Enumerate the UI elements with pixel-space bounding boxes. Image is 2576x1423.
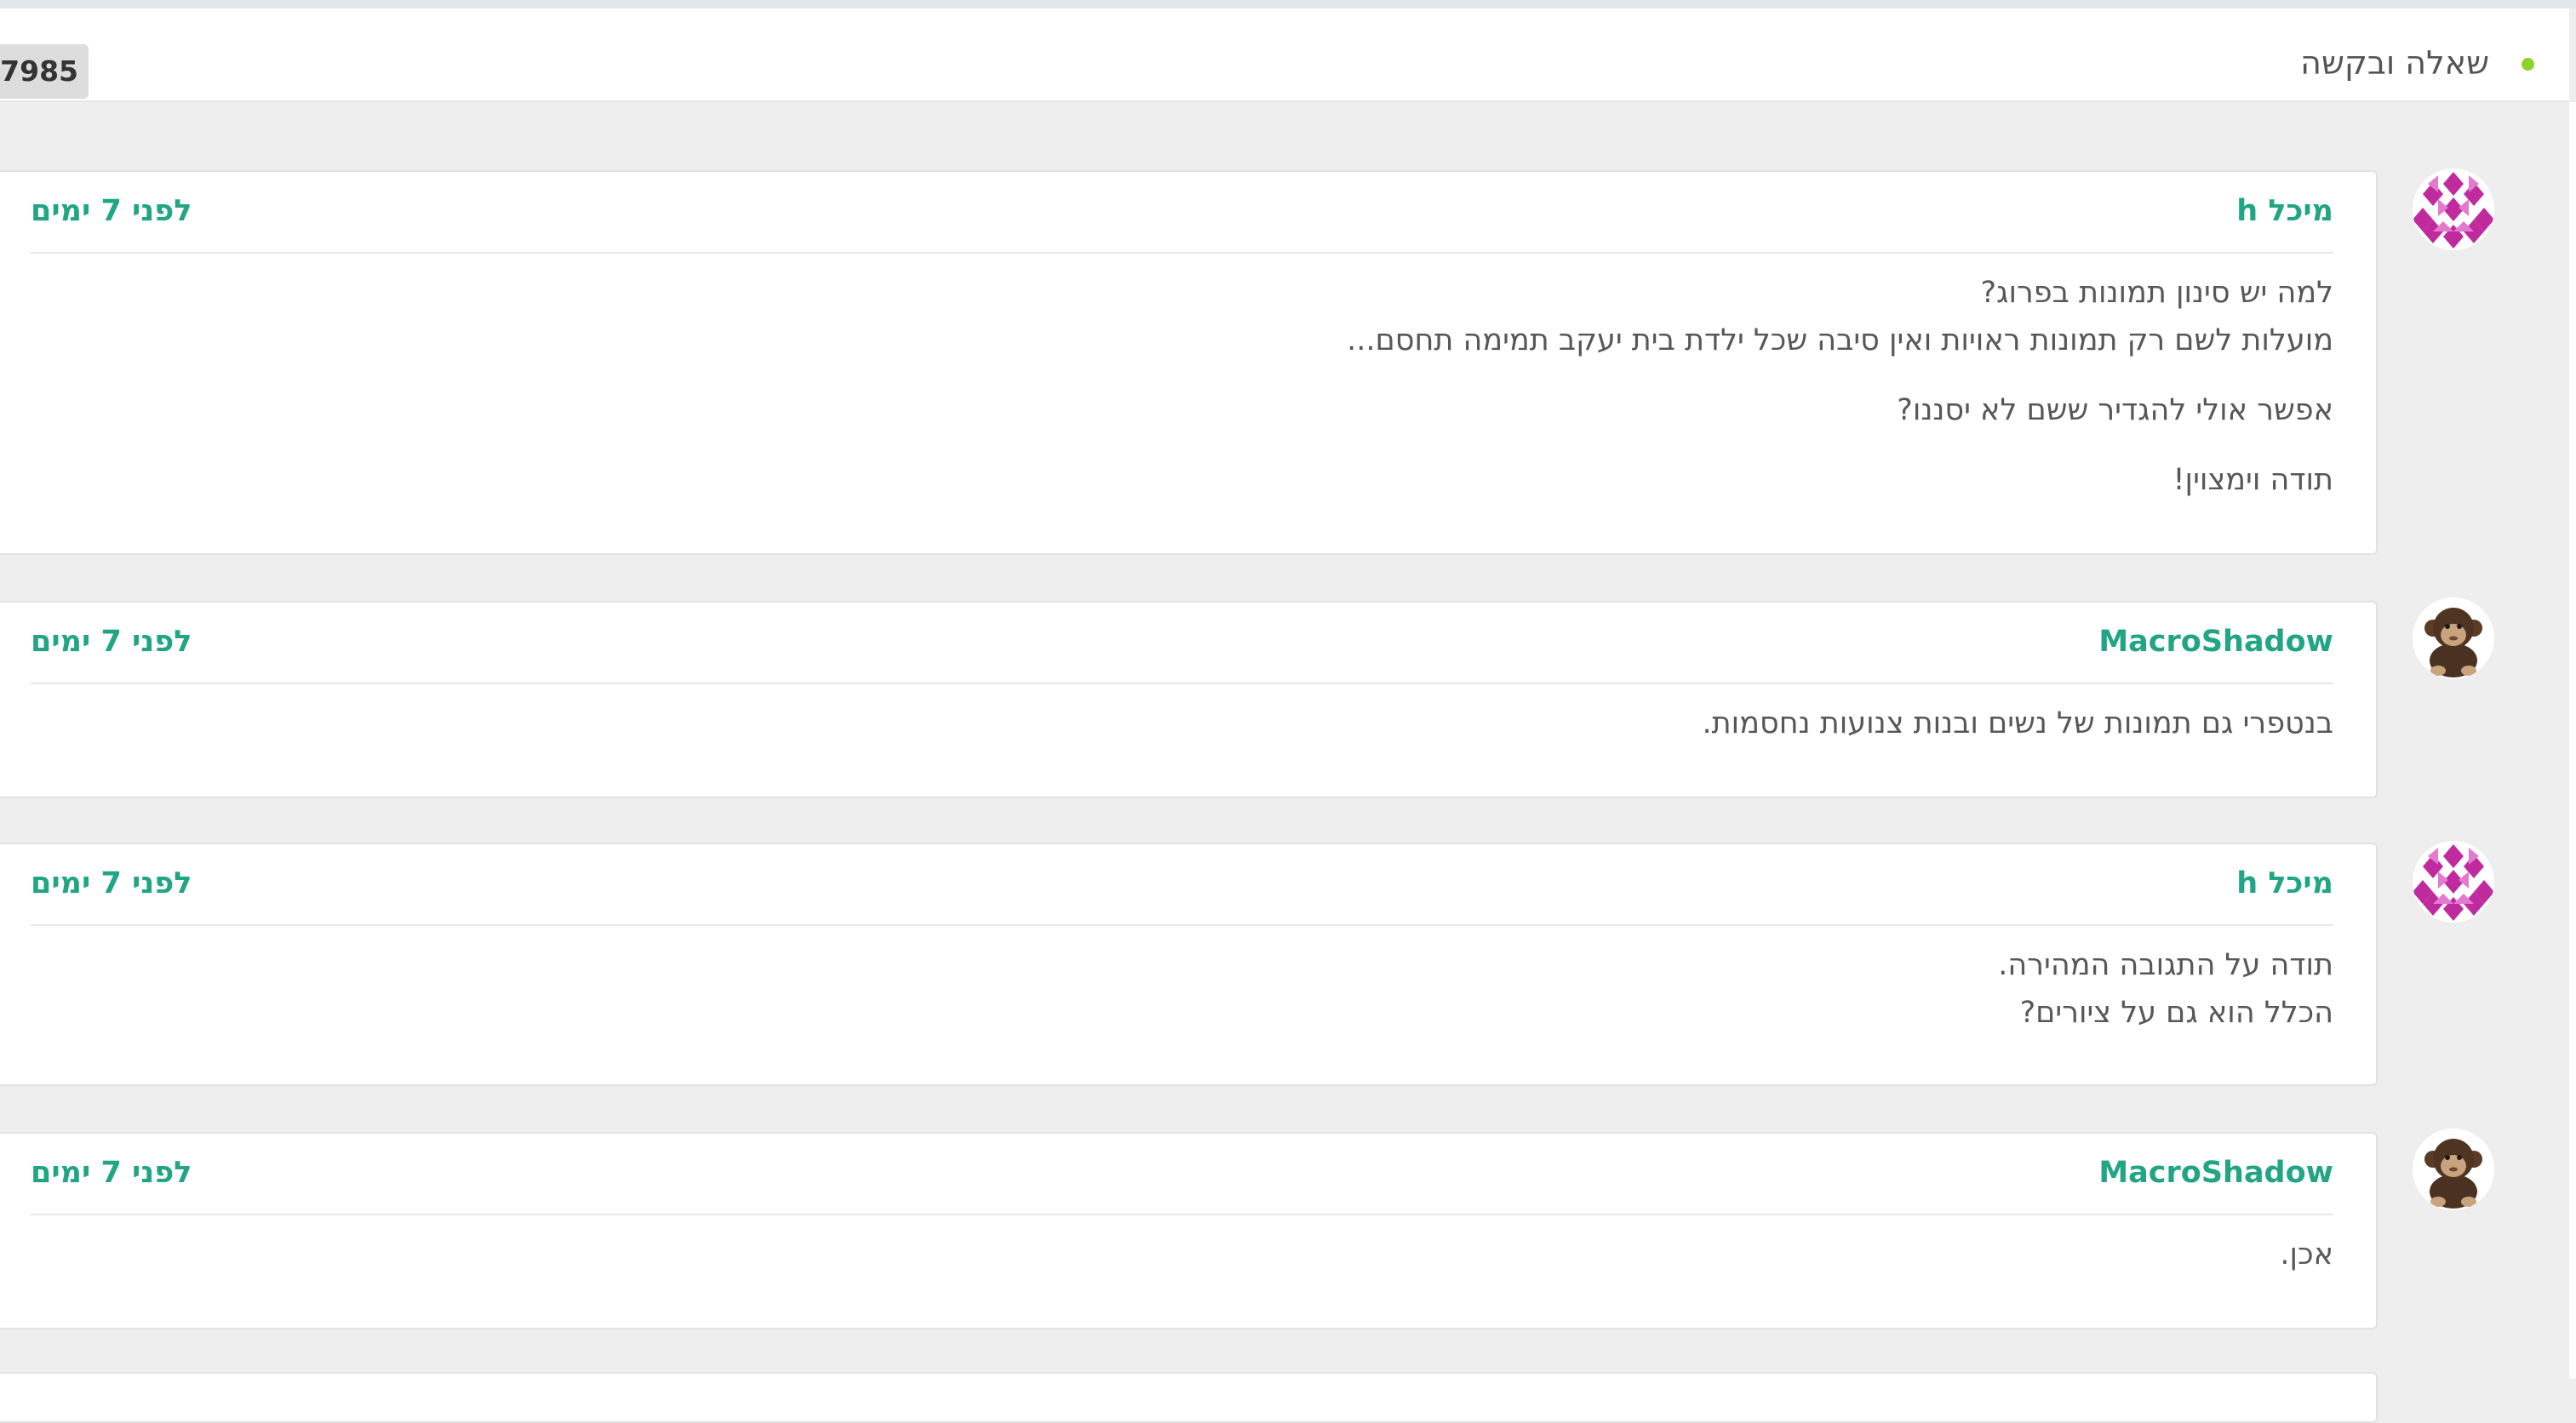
monkey-avatar-icon[interactable] bbox=[2413, 597, 2494, 679]
pattern-avatar-icon[interactable] bbox=[2413, 169, 2494, 250]
comment-card: MacroShadow לפני 7 ימים אכן. bbox=[0, 1132, 2378, 1329]
comment-header: MacroShadow לפני 7 ימים bbox=[31, 1134, 2333, 1215]
author-link[interactable]: מיכל h bbox=[2236, 194, 2333, 228]
comment-body: תודה על התגובה המהירה. הכלל הוא גם על צי… bbox=[1998, 941, 2333, 1037]
comment-text-line: אפשר אולי להגדיר ששם לא יסננו? bbox=[1897, 393, 2333, 427]
author-link[interactable]: MacroShadow bbox=[2098, 1156, 2333, 1190]
timestamp-link[interactable]: לפני 7 ימים bbox=[31, 866, 192, 900]
timestamp-link[interactable]: לפני 7 ימים bbox=[31, 194, 192, 228]
comment-text-line: בנטפרי גם תמונות של נשים ובנות צנועות נח… bbox=[1702, 706, 2333, 740]
comment-body: בנטפרי גם תמונות של נשים ובנות צנועות נח… bbox=[1703, 700, 2333, 747]
comment-text-line: למה יש סינון תמונות בפרוג? bbox=[1980, 276, 2333, 310]
comment-card: מיכל h לפני 7 ימים תודה על התגובה המהירה… bbox=[0, 843, 2378, 1086]
author-link[interactable]: מיכל h bbox=[2236, 866, 2333, 900]
comment-card bbox=[0, 1372, 2378, 1423]
thread-id-badge: 07985 bbox=[0, 44, 89, 99]
comment-body: אכן. bbox=[2280, 1231, 2333, 1278]
comment-text-line: אכן. bbox=[2280, 1237, 2333, 1272]
comment-text-line: תודה וימצוין! bbox=[2172, 463, 2333, 497]
comment-card: MacroShadow לפני 7 ימים בנטפרי גם תמונות… bbox=[0, 601, 2378, 798]
comment-text-line: הכלל הוא גם על ציורים? bbox=[2019, 996, 2333, 1030]
comment-text-line: מועלות לשם רק תמונות ראויות ואין סיבה שכ… bbox=[1347, 323, 2333, 357]
status-dot-icon bbox=[2522, 58, 2534, 71]
thread-header: שאלה ובקשה 07985 bbox=[0, 9, 2569, 102]
comment-header: מיכל h לפני 7 ימים bbox=[31, 172, 2333, 254]
top-strip bbox=[0, 0, 2576, 9]
author-link[interactable]: MacroShadow bbox=[2098, 625, 2333, 659]
pattern-avatar-icon[interactable] bbox=[2413, 841, 2494, 923]
timestamp-link[interactable]: לפני 7 ימים bbox=[31, 1156, 192, 1190]
comment-body: למה יש סינון תמונות בפרוג? מועלות לשם רק… bbox=[1347, 269, 2333, 504]
comment-card: מיכל h לפני 7 ימים למה יש סינון תמונות ב… bbox=[0, 170, 2378, 555]
comment-header: MacroShadow לפני 7 ימים bbox=[31, 603, 2333, 684]
monkey-avatar-icon[interactable] bbox=[2413, 1129, 2494, 1210]
thread-title[interactable]: שאלה ובקשה bbox=[2300, 44, 2489, 82]
right-rail bbox=[2569, 102, 2576, 1379]
comment-text-line: תודה על התגובה המהירה. bbox=[1998, 948, 2333, 982]
comment-header: מיכל h לפני 7 ימים bbox=[31, 844, 2333, 926]
timestamp-link[interactable]: לפני 7 ימים bbox=[31, 625, 192, 659]
